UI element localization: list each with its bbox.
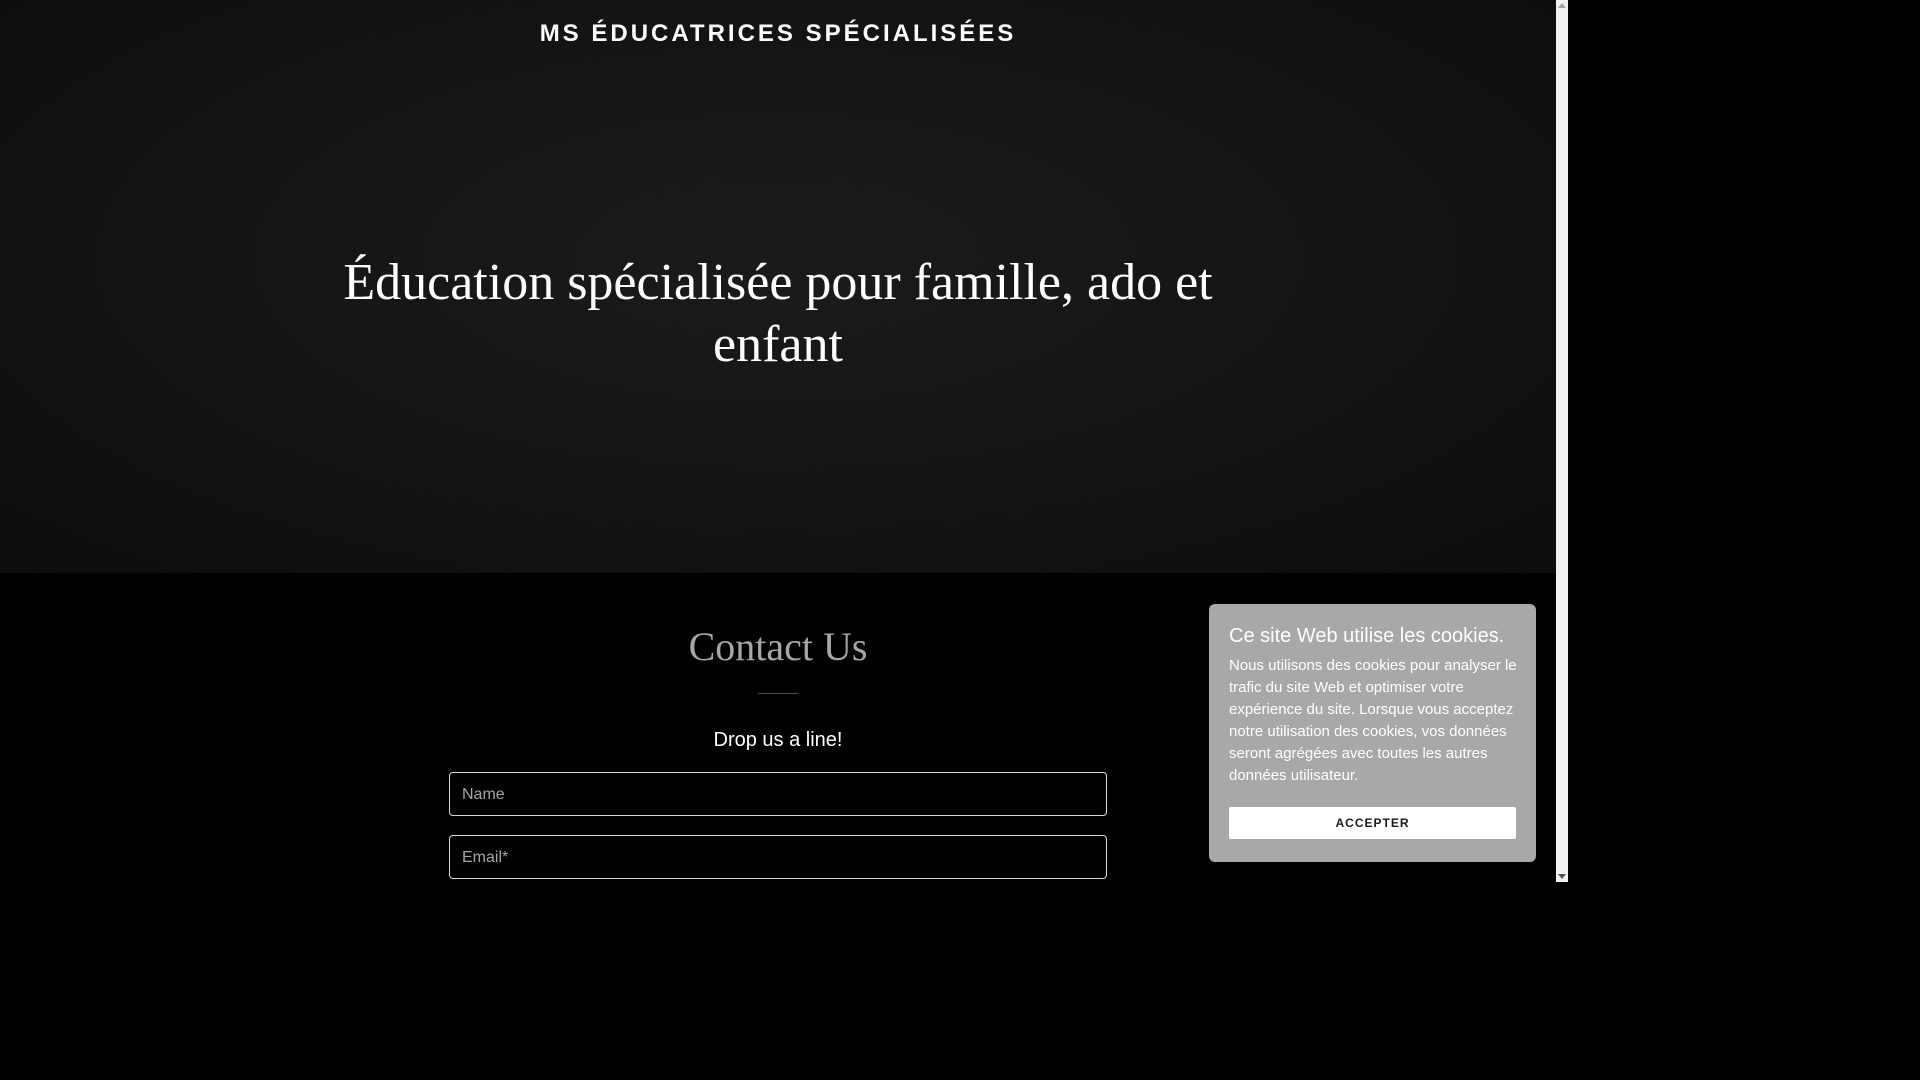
hero-heading: Éducation spécialisée pour famille, ado … [343, 254, 1213, 373]
vertical-scrollbar[interactable] [1556, 0, 1568, 882]
cookie-banner-text: Nous utilisons des cookies pour analyser… [1229, 657, 1517, 784]
hero-section: MS ÉDUCATRICES SPÉCIALISÉES Éducation sp… [0, 0, 1556, 573]
email-field[interactable]: Email* [449, 835, 1107, 879]
accept-cookies-button[interactable]: ACCEPTER [1229, 807, 1516, 839]
contact-divider [758, 693, 798, 694]
cookie-banner: Ce site Web utilise les cookies. Nous ut… [1209, 604, 1536, 862]
cookie-banner-title: Ce site Web utilise les cookies. [1229, 625, 1505, 647]
page: MS ÉDUCATRICES SPÉCIALISÉES Éducation sp… [0, 0, 1568, 882]
name-field-placeholder: Name [462, 786, 505, 803]
email-field-placeholder: Email* [462, 849, 509, 866]
scroll-up-arrow-icon[interactable] [1558, 3, 1566, 8]
site-title[interactable]: MS ÉDUCATRICES SPÉCIALISÉES [0, 18, 1556, 50]
scroll-down-arrow-icon[interactable] [1558, 874, 1566, 879]
name-field[interactable]: Name [449, 772, 1107, 816]
